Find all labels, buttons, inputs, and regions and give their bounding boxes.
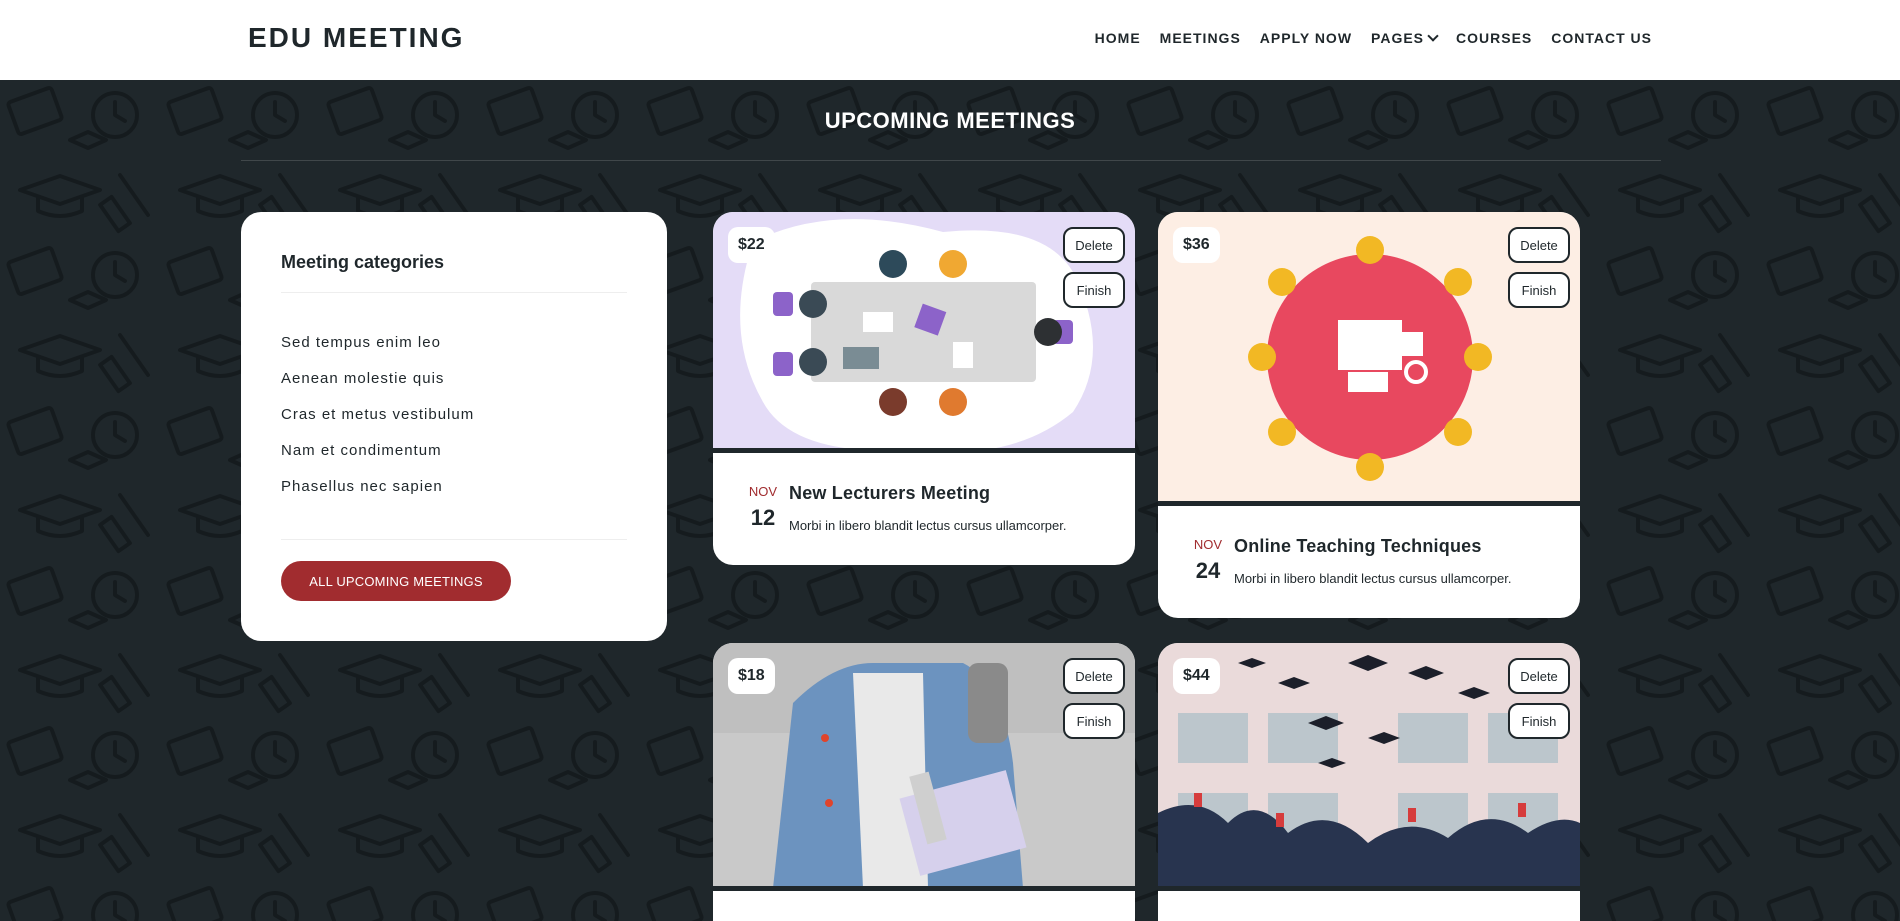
delete-button[interactable]: Delete [1508, 658, 1570, 694]
nav-apply-now[interactable]: APPLY NOW [1260, 30, 1352, 46]
all-upcoming-meetings-button[interactable]: ALL UPCOMING MEETINGS [281, 561, 511, 601]
section-divider [241, 160, 1661, 161]
finish-button[interactable]: Finish [1063, 272, 1125, 308]
meeting-card[interactable]: $44 Delete Finish [1158, 643, 1580, 921]
price-badge: $36 [1173, 227, 1220, 263]
thumbnail-divider [1158, 501, 1580, 506]
meeting-day: 24 [1195, 558, 1221, 583]
categories-list: Sed tempus enim leo Aenean molestie quis… [281, 334, 474, 514]
nav-meetings[interactable]: MEETINGS [1160, 30, 1241, 46]
site-logo[interactable]: EDU MEETING [248, 22, 464, 54]
price-badge: $44 [1173, 658, 1220, 694]
meeting-card[interactable]: $22 Delete Finish NOV 12 New Lecturers M… [713, 212, 1135, 565]
meeting-thumbnail[interactable]: $36 Delete Finish [1158, 212, 1580, 503]
meeting-thumbnail[interactable]: $18 Delete Finish [713, 643, 1135, 888]
nav-pages-label: PAGES [1371, 30, 1425, 46]
section-title: UPCOMING MEETINGS [824, 108, 1076, 133]
price-badge: $18 [728, 658, 775, 694]
category-item[interactable]: Aenean molestie quis [281, 370, 474, 406]
meeting-thumbnail[interactable]: $44 Delete Finish [1158, 643, 1580, 888]
chevron-down-icon [1427, 29, 1439, 42]
nav-pages[interactable]: PAGES [1371, 29, 1439, 46]
nav-courses[interactable]: COURSES [1456, 30, 1532, 46]
meeting-title[interactable]: Online Teaching Techniques [1234, 536, 1482, 557]
meeting-day: 12 [750, 505, 776, 530]
meeting-description: Morbi in libero blandit lectus cursus ul… [789, 518, 1067, 533]
category-item[interactable]: Cras et metus vestibulum [281, 406, 474, 442]
delete-button[interactable]: Delete [1063, 658, 1125, 694]
category-item[interactable]: Nam et condimentum [281, 442, 474, 478]
meeting-title[interactable]: New Lecturers Meeting [789, 483, 990, 504]
price-badge: $22 [728, 227, 775, 263]
meeting-date: NOV 12 [743, 484, 783, 531]
thumbnail-divider [1158, 886, 1580, 891]
nav-home[interactable]: HOME [1095, 30, 1141, 46]
thumbnail-divider [713, 448, 1135, 453]
category-item[interactable]: Sed tempus enim leo [281, 334, 474, 370]
delete-button[interactable]: Delete [1508, 227, 1570, 263]
categories-card: Meeting categories Sed tempus enim leo A… [241, 212, 667, 641]
meeting-card[interactable]: $36 Delete Finish NOV 24 Online Teaching… [1158, 212, 1580, 618]
meeting-month: NOV [748, 484, 778, 499]
meeting-date: NOV 24 [1188, 537, 1228, 584]
meeting-description: Morbi in libero blandit lectus cursus ul… [1234, 571, 1512, 586]
thumbnail-divider [713, 886, 1135, 891]
meeting-card[interactable]: $18 Delete Finish [713, 643, 1135, 921]
delete-button[interactable]: Delete [1063, 227, 1125, 263]
categories-divider-top [281, 292, 627, 293]
category-item[interactable]: Phasellus nec sapien [281, 478, 474, 514]
nav-contact-us[interactable]: CONTACT US [1551, 30, 1652, 46]
finish-button[interactable]: Finish [1063, 703, 1125, 739]
categories-divider-bottom [281, 539, 627, 540]
main-nav: HOME MEETINGS APPLY NOW PAGES COURSES CO… [1076, 29, 1652, 46]
meeting-month: NOV [1193, 537, 1223, 552]
site-header: EDU MEETING HOME MEETINGS APPLY NOW PAGE… [0, 0, 1900, 80]
meeting-thumbnail[interactable]: $22 Delete Finish [713, 212, 1135, 450]
categories-title: Meeting categories [281, 252, 445, 272]
finish-button[interactable]: Finish [1508, 703, 1570, 739]
finish-button[interactable]: Finish [1508, 272, 1570, 308]
